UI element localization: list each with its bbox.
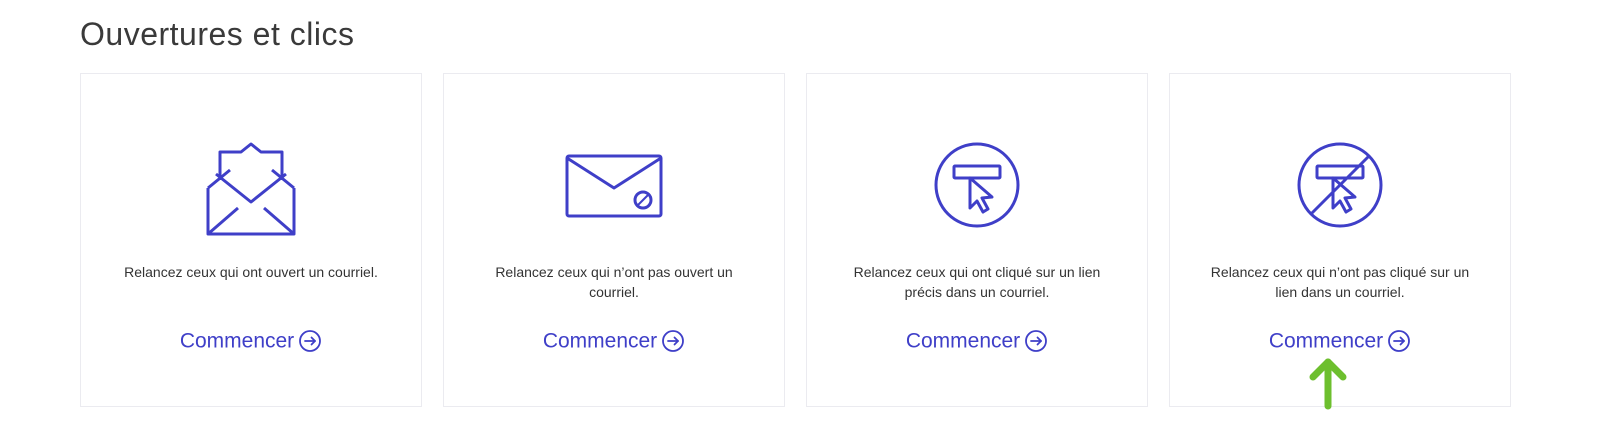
no-link-click-icon (1285, 130, 1395, 240)
arrow-right-circle-icon (661, 329, 685, 353)
card-description: Relancez ceux qui n’ont pas cliqué sur u… (1210, 264, 1470, 300)
start-button-label: Commencer (905, 329, 1021, 353)
card-grid: Relancez ceux qui ont ouvert un courriel… (80, 73, 1513, 409)
start-button[interactable]: Commencer (444, 329, 784, 353)
unopened-envelope-icon (559, 130, 669, 240)
card-not-clicked: Relancez ceux qui n’ont pas cliqué sur u… (1169, 73, 1511, 407)
section-title: Ouvertures et clics (80, 16, 355, 52)
start-button-label: Commencer (542, 329, 658, 353)
arrow-right-circle-icon (1387, 329, 1411, 353)
arrow-right-circle-icon (298, 329, 322, 353)
start-button[interactable]: Commencer (807, 329, 1147, 353)
start-button-label: Commencer (1268, 329, 1384, 353)
card-clicked: Relancez ceux qui ont cliqué sur un lien… (806, 73, 1148, 407)
start-button[interactable]: Commencer (81, 329, 421, 353)
card-description: Relancez ceux qui n’ont pas ouvert un co… (495, 264, 733, 300)
open-envelope-icon (196, 130, 306, 240)
start-button-label: Commencer (179, 329, 295, 353)
card-description: Relancez ceux qui ont ouvert un courriel… (124, 264, 378, 280)
card-opened: Relancez ceux qui ont ouvert un courriel… (80, 73, 422, 407)
annotation-arrow-up-icon (1308, 358, 1348, 410)
link-click-icon (922, 130, 1032, 240)
arrow-right-circle-icon (1024, 329, 1048, 353)
start-button[interactable]: Commencer (1170, 329, 1510, 353)
card-description: Relancez ceux qui ont cliqué sur un lien… (853, 264, 1101, 300)
card-not-opened: Relancez ceux qui n’ont pas ouvert un co… (443, 73, 785, 407)
